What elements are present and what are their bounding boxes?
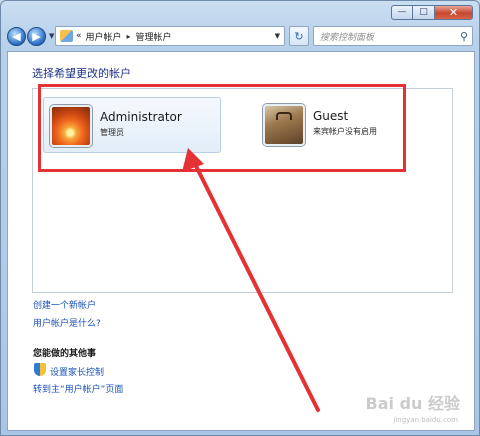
account-role: 管理员 [100,128,124,137]
orange-flower-icon [50,105,92,147]
account-tile-administrator[interactable]: Administrator 管理员 [43,97,221,153]
briefcase-icon [263,104,305,146]
history-dropdown-icon[interactable]: ▼ [49,32,54,40]
account-role: 来宾帐户没有启用 [313,127,377,136]
what-is-account-link[interactable]: 用户帐户是什么? [33,316,101,329]
address-bar[interactable]: « 用户帐户 ▸ 管理帐户 ▼ [55,26,285,46]
maximize-button[interactable]: □ [413,5,435,20]
account-name: Administrator [100,110,182,124]
breadcrumb-user-accounts[interactable]: 用户帐户 [86,30,122,43]
watermark-logo: Bai du 经验 [365,394,460,413]
parental-controls-link[interactable]: 设置家长控制 [50,365,104,378]
go-to-main-user-accounts-link[interactable]: 转到主“用户帐户”页面 [33,382,123,395]
breadcrumb-separator-icon[interactable]: ▸ [127,32,131,41]
address-dropdown-icon[interactable]: ▼ [275,32,280,40]
minimize-button[interactable]: — [391,5,413,20]
page-title: 选择希望更改的帐户 [32,67,131,80]
content-pane: 选择希望更改的帐户 Administrator 管理员 Guest 来宾帐户没有… [7,51,475,431]
breadcrumb-manage-accounts[interactable]: 管理帐户 [136,30,172,43]
search-icon[interactable]: ⚲ [460,30,468,43]
control-panel-icon [60,30,73,42]
address-overflow-icon[interactable]: « [76,31,82,41]
navigation-bar: ◀ ▶ ▼ « 用户帐户 ▸ 管理帐户 ▼ ↻ 搜索控制面板 ⚲ [7,25,473,47]
forward-button[interactable]: ▶ [27,26,46,46]
refresh-button[interactable]: ↻ [289,26,309,46]
search-input[interactable]: 搜索控制面板 ⚲ [313,26,473,46]
watermark-url: jingyan.baidu.com [393,416,458,424]
account-list: Administrator 管理员 Guest 来宾帐户没有启用 [32,88,453,293]
account-name: Guest [313,109,349,123]
window-frame: — □ ✕ ◀ ▶ ▼ « 用户帐户 ▸ 管理帐户 ▼ ↻ 搜索控制面板 ⚲ 选… [0,0,480,436]
back-button[interactable]: ◀ [7,26,26,46]
caption-buttons: — □ ✕ [391,5,473,20]
search-placeholder: 搜索控制面板 [320,32,375,43]
close-button[interactable]: ✕ [435,5,473,20]
uac-shield-icon [34,363,46,376]
create-account-link[interactable]: 创建一个新帐户 [33,298,96,311]
account-tile-guest[interactable]: Guest 来宾帐户没有启用 [255,97,415,153]
other-tasks-heading: 您能做的其他事 [33,349,97,359]
